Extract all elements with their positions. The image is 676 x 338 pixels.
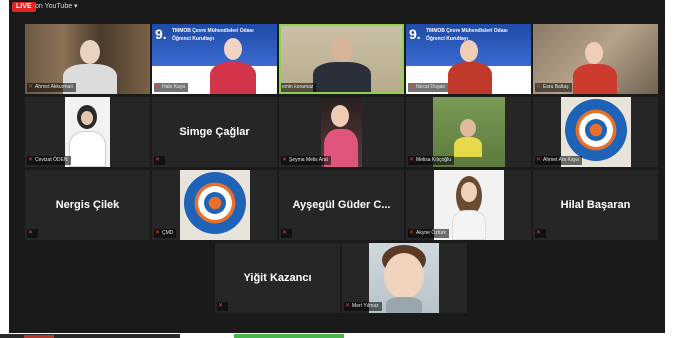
- muted-mic-icon: ✕: [409, 84, 415, 90]
- banner-subtitle: Öğrenci Kurultayı: [426, 36, 468, 42]
- muted-mic-icon: ✕: [218, 303, 224, 309]
- participant-tile[interactable]: Hilal Başaran ✕: [533, 170, 658, 240]
- banner-number: 9.: [409, 26, 421, 42]
- participant-name-label: ✕ Necat Dogan: [408, 83, 449, 92]
- banner-title: TMMOB Çevre Mühendisleri Odası: [172, 28, 254, 34]
- participant-tile[interactable]: ✕ Esra Baltaş: [533, 24, 658, 94]
- participant-name-label: ✕: [217, 302, 229, 311]
- participant-tile[interactable]: 9. TMMOB Çevre Mühendisleri Odası Öğrenc…: [406, 24, 531, 94]
- participant-tile[interactable]: Yiğit Kazancı ✕: [215, 243, 340, 313]
- participant-tile[interactable]: ✕ Mert Yılmaz: [342, 243, 467, 313]
- participant-tile[interactable]: Nergis Çilek ✕: [25, 170, 150, 240]
- muted-mic-icon: ✕: [155, 157, 161, 163]
- participant-body: [69, 131, 106, 167]
- participant-name-label: ✕ Ahmet Akkurman: [27, 83, 77, 92]
- participant-tile-active-speaker[interactable]: emin koramaz: [279, 24, 404, 94]
- participant-face: [460, 40, 478, 62]
- participant-name-label: ✕: [154, 156, 166, 165]
- muted-mic-icon: ✕: [409, 230, 415, 236]
- participant-tile[interactable]: ✕ Cevizat ÖDEN: [25, 97, 150, 167]
- participant-tile[interactable]: ✕ Ahmet Akkurman: [25, 24, 150, 94]
- participant-face: [460, 119, 476, 137]
- muted-mic-icon: ✕: [536, 84, 542, 90]
- muted-mic-icon: ✕: [155, 230, 161, 236]
- participant-name-label: ✕ Cevizat ÖDEN: [27, 156, 71, 165]
- muted-mic-icon: ✕: [536, 157, 542, 163]
- participant-display-name: Nergis Çilek: [55, 199, 120, 211]
- participant-name-label: ✕: [27, 229, 39, 238]
- muted-mic-icon: ✕: [536, 230, 542, 236]
- participant-tile[interactable]: ✕ Melisa Kılıçoğlu: [406, 97, 531, 167]
- participant-face-detail: [81, 111, 93, 125]
- participant-body: [210, 62, 256, 94]
- participant-name-label: ✕ Akyne Öztürk: [408, 229, 450, 238]
- banner-title: TMMOB Çevre Mühendisleri Odası: [426, 28, 508, 34]
- taskbar-green-item: [234, 334, 344, 338]
- participant-name-label: ✕ Mert Yılmaz: [344, 302, 382, 311]
- participant-body: [313, 62, 371, 92]
- participant-face: [585, 42, 603, 64]
- participant-face: [384, 253, 424, 299]
- participant-face: [461, 182, 477, 202]
- banner-subtitle: Öğrenci Kurultayı: [172, 36, 214, 42]
- meeting-window: LIVE on YouTube ▾ ✕ Ahmet Akkurman 9. TMM…: [9, 0, 665, 333]
- participant-grid: ✕ Ahmet Akkurman 9. TMMOB Çevre Mühendisl…: [9, 0, 665, 333]
- participant-name-label: ✕: [281, 229, 293, 238]
- participant-name-label: ✕: [535, 229, 547, 238]
- muted-mic-icon: ✕: [409, 157, 415, 163]
- participant-name-label: ✕ Hale Kaya: [154, 83, 189, 92]
- participant-name-label: ✕ Ahmet Ata Kaya: [535, 156, 582, 165]
- participant-display-name: Ayşegül Güder C...: [292, 199, 391, 211]
- participant-body: [386, 297, 422, 313]
- participant-tile[interactable]: Simge Çağlar ✕: [152, 97, 277, 167]
- participant-face: [331, 36, 353, 62]
- participant-tile[interactable]: Ayşegül Güder C... ✕: [279, 170, 404, 240]
- muted-mic-icon: ✕: [28, 230, 34, 236]
- participant-display-name: Hilal Başaran: [560, 199, 631, 211]
- participant-tile[interactable]: ✕ Şeyma Melis Arat: [279, 97, 404, 167]
- logo-center-icon: [585, 119, 607, 141]
- participant-display-name: Simge Çağlar: [179, 126, 250, 138]
- participant-name-label: emin koramaz: [281, 83, 317, 92]
- muted-mic-icon: ✕: [28, 84, 34, 90]
- participant-tile[interactable]: 9. TMMOB Çevre Mühendisleri Odası Öğrenc…: [152, 24, 277, 94]
- muted-mic-icon: ✕: [282, 157, 288, 163]
- muted-mic-icon: ✕: [155, 84, 161, 90]
- participant-body: [573, 64, 617, 94]
- participant-body: [452, 210, 486, 240]
- participant-body: [448, 62, 492, 94]
- muted-mic-icon: ✕: [28, 157, 34, 163]
- participant-name-label: ✕ ÇMD: [154, 229, 177, 238]
- participant-display-name: Yiğit Kazancı: [243, 272, 312, 284]
- muted-mic-icon: ✕: [345, 303, 351, 309]
- participant-body: [454, 137, 482, 157]
- participant-face: [80, 40, 100, 64]
- participant-name-label: ✕ Şeyma Melis Arat: [281, 156, 331, 165]
- participant-face: [224, 38, 242, 60]
- participant-name-label: ✕ Melisa Kılıçoğlu: [408, 156, 455, 165]
- participant-tile[interactable]: ✕ ÇMD: [152, 170, 277, 240]
- participant-face: [331, 105, 349, 127]
- logo-center-icon: [204, 192, 226, 214]
- participant-tile[interactable]: ✕ Ahmet Ata Kaya: [533, 97, 658, 167]
- banner-number: 9.: [155, 26, 167, 42]
- participant-name-label: ✕ Esra Baltaş: [535, 83, 572, 92]
- muted-mic-icon: ✕: [282, 230, 288, 236]
- participant-tile[interactable]: ✕ Akyne Öztürk: [406, 170, 531, 240]
